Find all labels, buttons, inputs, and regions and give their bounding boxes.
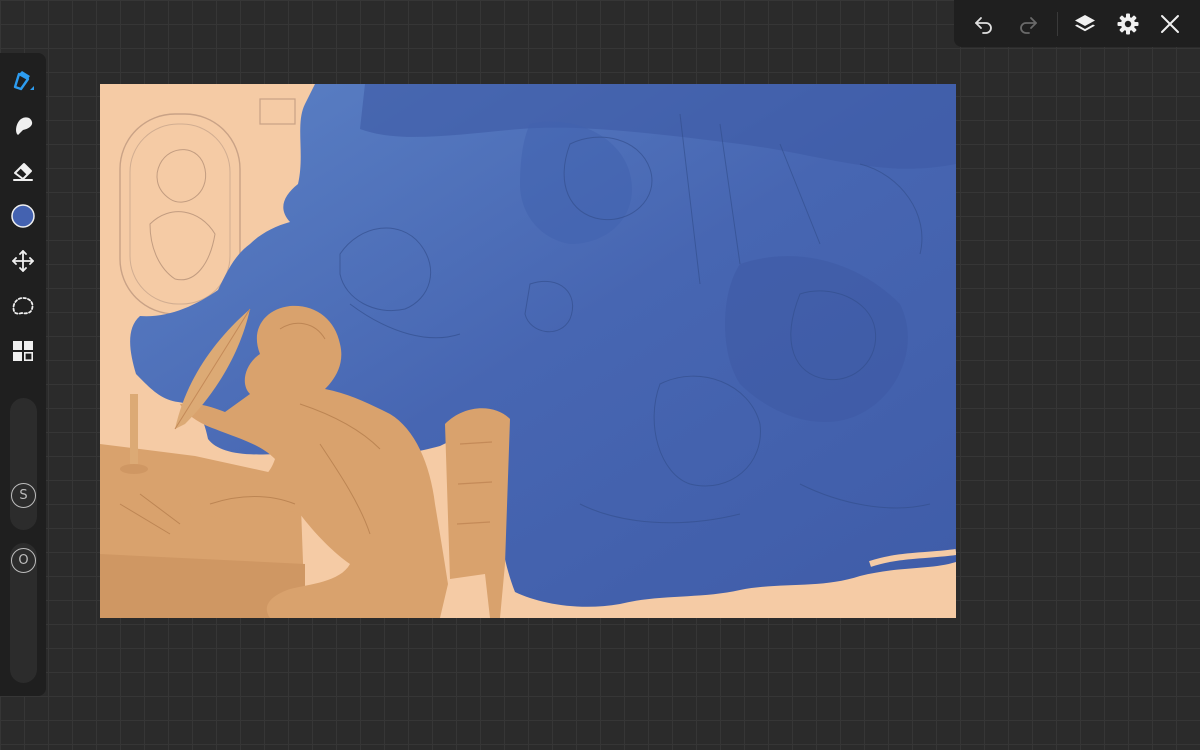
- settings-button[interactable]: [1110, 6, 1146, 42]
- brush-opacity-slider[interactable]: O: [10, 543, 37, 683]
- eraser-icon: [13, 163, 33, 181]
- close-button[interactable]: [1152, 6, 1188, 42]
- opacity-label: O: [18, 553, 29, 568]
- layout-grid-icon: [13, 341, 34, 362]
- artwork: [100, 84, 956, 618]
- transform-icon: [12, 250, 34, 272]
- redo-icon: [1020, 17, 1037, 34]
- layers-icon: [1075, 15, 1095, 32]
- eraser-tool[interactable]: [5, 153, 41, 189]
- close-icon: [1161, 15, 1179, 33]
- drawing-canvas[interactable]: [100, 84, 956, 618]
- brush-size-slider[interactable]: S: [10, 398, 37, 530]
- color-picker[interactable]: [5, 198, 41, 234]
- layers-button[interactable]: [1067, 6, 1103, 42]
- layout-tool[interactable]: [5, 333, 41, 369]
- color-swatch: [11, 204, 35, 228]
- brush-size-handle[interactable]: S: [11, 483, 36, 508]
- smudge-icon: [16, 117, 33, 135]
- redo-button[interactable]: [1010, 6, 1046, 42]
- undo-button[interactable]: [966, 6, 1002, 42]
- size-label: S: [19, 488, 28, 503]
- transform-tool[interactable]: [5, 243, 41, 279]
- lasso-select-icon: [12, 297, 34, 315]
- brush-icon: [13, 71, 34, 91]
- toolbar-divider: [1057, 12, 1058, 36]
- selection-tool[interactable]: [5, 288, 41, 324]
- brush-tool[interactable]: [5, 63, 41, 99]
- tool-sidebar: S O: [0, 53, 46, 696]
- top-toolbar: [954, 0, 1200, 47]
- smudge-tool[interactable]: [5, 108, 41, 144]
- undo-icon: [975, 17, 992, 34]
- settings-icon: [1117, 13, 1139, 35]
- brush-opacity-handle[interactable]: O: [11, 548, 36, 573]
